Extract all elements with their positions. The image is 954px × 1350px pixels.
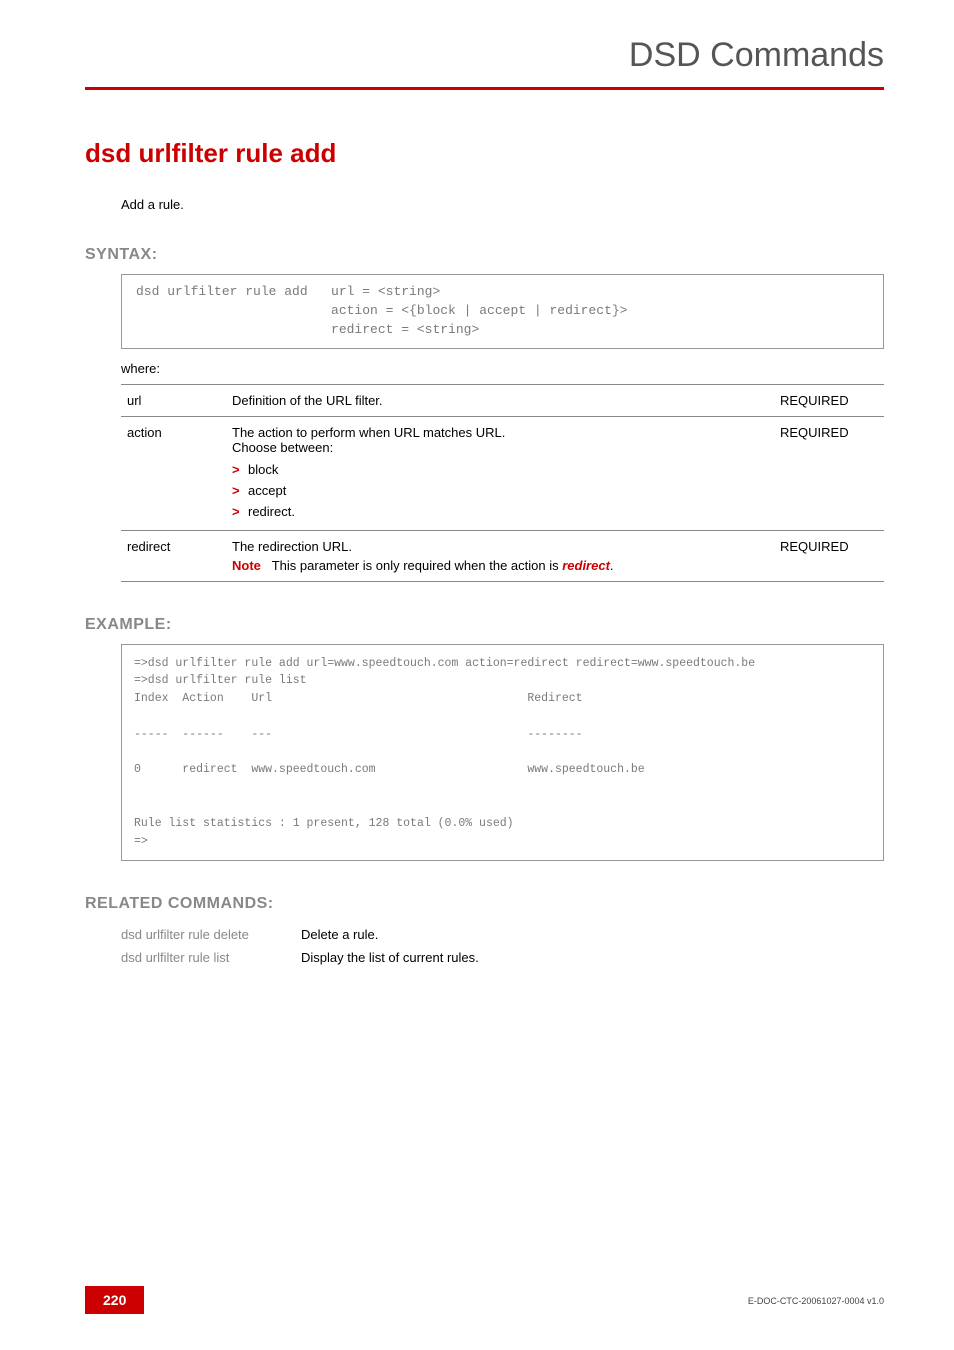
param-row-url: url Definition of the URL filter. REQUIR… [121, 384, 884, 416]
syntax-box: dsd urlfilter rule add url = <string> ac… [121, 274, 884, 349]
param-desc: Definition of the URL filter. [226, 384, 774, 416]
param-desc-line: The action to perform when URL matches U… [232, 425, 505, 440]
caret-icon: > [232, 462, 248, 477]
example-heading: EXAMPLE: [85, 616, 884, 634]
command-title: dsd urlfilter rule add [85, 138, 884, 169]
param-name: redirect [121, 530, 226, 581]
list-item: >redirect. [232, 501, 764, 522]
list-item: >block [232, 459, 764, 480]
param-desc-line: The redirection URL. [232, 539, 352, 554]
param-option-list: >block >accept >redirect. [232, 459, 764, 522]
table-row: dsd urlfilter rule delete Delete a rule. [121, 923, 499, 946]
related-heading: RELATED COMMANDS: [85, 895, 884, 913]
param-row-redirect: redirect The redirection URL. Note This … [121, 530, 884, 581]
example-box: =>dsd urlfilter rule add url=www.speedto… [121, 644, 884, 862]
note-text: This parameter is only required when the… [272, 558, 562, 573]
param-req: REQUIRED [774, 416, 884, 530]
command-intro: Add a rule. [121, 197, 884, 212]
note-em: redirect [562, 558, 610, 573]
note-label: Note [232, 558, 261, 573]
related-table: dsd urlfilter rule delete Delete a rule.… [121, 923, 499, 969]
related-desc: Display the list of current rules. [301, 946, 499, 969]
footer: 220 E-DOC-CTC-20061027-0004 v1.0 [0, 1286, 954, 1314]
param-name: url [121, 384, 226, 416]
param-row-action: action The action to perform when URL ma… [121, 416, 884, 530]
note-text-post: . [610, 558, 614, 573]
option-label: block [248, 462, 278, 477]
table-row: dsd urlfilter rule list Display the list… [121, 946, 499, 969]
param-desc: The redirection URL. Note This parameter… [226, 530, 774, 581]
doc-id: E-DOC-CTC-20061027-0004 v1.0 [748, 1296, 884, 1306]
caret-icon: > [232, 483, 248, 498]
related-cmd: dsd urlfilter rule list [121, 946, 301, 969]
param-desc-line: Choose between: [232, 440, 333, 455]
option-label: accept [248, 483, 286, 498]
header-rule [85, 87, 884, 90]
page-number: 220 [85, 1286, 144, 1314]
param-name: action [121, 416, 226, 530]
where-label: where: [121, 361, 884, 376]
param-table: url Definition of the URL filter. REQUIR… [121, 384, 884, 582]
list-item: >accept [232, 480, 764, 501]
param-desc: The action to perform when URL matches U… [226, 416, 774, 530]
param-req: REQUIRED [774, 384, 884, 416]
related-cmd: dsd urlfilter rule delete [121, 923, 301, 946]
chapter-title: DSD Commands [0, 0, 954, 87]
related-desc: Delete a rule. [301, 923, 499, 946]
caret-icon: > [232, 504, 248, 519]
param-req: REQUIRED [774, 530, 884, 581]
syntax-heading: SYNTAX: [85, 246, 884, 264]
option-label: redirect. [248, 504, 295, 519]
